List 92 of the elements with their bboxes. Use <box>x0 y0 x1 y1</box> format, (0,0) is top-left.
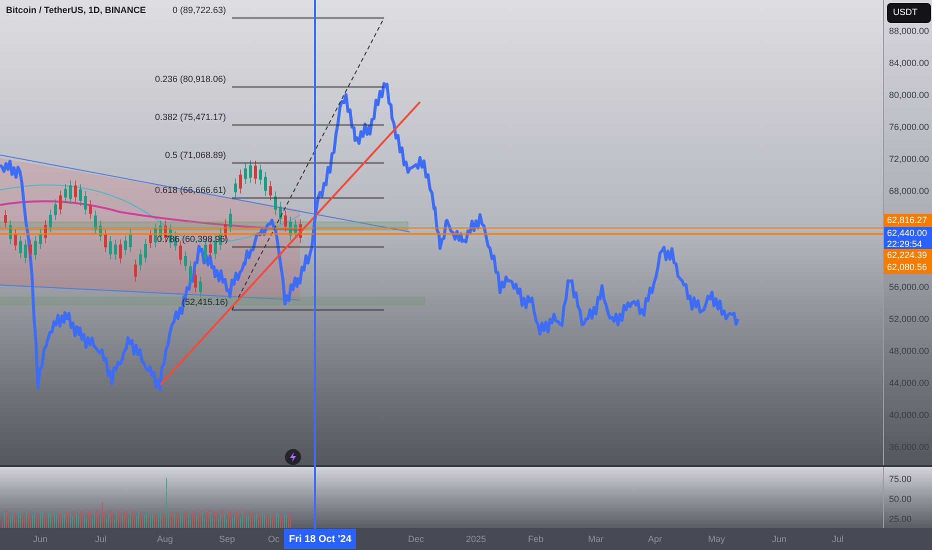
candlestick <box>289 216 292 241</box>
time-axis-label: 2025 <box>466 533 486 546</box>
time-axis-label: Mar <box>588 533 604 546</box>
volume-axis-label: 75.00 <box>889 473 912 486</box>
candlestick <box>44 220 47 244</box>
price-axis-label: 48,000.00 <box>889 345 930 358</box>
time-axis-label: Jul <box>832 533 844 546</box>
candlestick <box>154 223 157 248</box>
time-axis-label: Apr <box>648 533 662 546</box>
candlestick <box>259 164 262 186</box>
candlestick <box>69 180 72 204</box>
time-axis-label: Oc <box>268 533 280 546</box>
candlestick <box>264 171 267 196</box>
time-axis-label: Sep <box>219 533 236 546</box>
volume-pane[interactable] <box>0 467 883 528</box>
candlestick <box>249 160 252 184</box>
price-axis-label: 88,000.00 <box>889 25 930 38</box>
candlestick <box>184 250 187 272</box>
candlestick <box>114 239 117 260</box>
chart-title: Bitcoin / TetherUS, 1D, BINANCE <box>6 4 146 17</box>
candlestick <box>94 210 97 235</box>
candlestick <box>84 190 87 216</box>
price-axis-label: 84,000.00 <box>889 57 930 70</box>
time-axis-label: Dec <box>408 533 424 546</box>
candlestick <box>89 200 92 220</box>
candlestick <box>19 236 22 259</box>
lightning-icon[interactable] <box>285 449 301 465</box>
candlestick <box>124 235 127 256</box>
fibonacci-label: 0.618 (66,666.61) <box>154 185 226 195</box>
candlestick <box>279 201 282 224</box>
candlestick <box>179 240 182 266</box>
candlestick <box>104 229 107 253</box>
candlestick <box>119 239 122 264</box>
time-axis-label: Aug <box>157 533 174 546</box>
candlestick <box>189 260 192 285</box>
price-axis-label: 72,000.00 <box>889 153 930 166</box>
time-axis-label: Jun <box>33 533 48 546</box>
price-tag-value: 62,816.27 <box>887 215 928 226</box>
fibonacci-label: 0 (89,722.63) <box>172 5 226 15</box>
candlestick <box>134 259 137 282</box>
candlestick <box>4 210 7 228</box>
price-axis-label: 56,000.00 <box>889 281 930 294</box>
candlestick <box>129 228 132 252</box>
candlestick <box>54 199 57 220</box>
price-axis-label: 44,000.00 <box>889 377 930 390</box>
candlestick <box>29 239 32 260</box>
candlestick <box>24 239 27 264</box>
crosshair-date-label: Fri 18 Oct '24 <box>284 529 356 549</box>
price-axis-label: 52,000.00 <box>889 313 930 326</box>
currency-label[interactable]: USDT <box>887 3 931 23</box>
candlestick <box>239 169 242 194</box>
candlestick <box>79 184 82 206</box>
candlestick <box>109 236 112 260</box>
candlestick <box>299 218 302 244</box>
candlestick <box>49 209 52 233</box>
price-tag-value: 62,080.56 <box>887 262 928 273</box>
price-tag-value: 62,224.39 <box>887 250 928 261</box>
fibonacci-label: 0.382 (75,471.17) <box>154 112 226 122</box>
candlestick <box>99 220 102 242</box>
candlestick <box>254 160 257 184</box>
price-axis-label: 76,000.00 <box>889 121 930 134</box>
time-axis-label: May <box>708 533 726 546</box>
candlestick <box>199 276 202 298</box>
candlestick <box>9 220 12 244</box>
candlestick <box>234 178 237 198</box>
candlestick <box>149 230 152 248</box>
candlestick <box>139 248 142 271</box>
price-axis-label: 80,000.00 <box>889 89 930 102</box>
candlestick <box>59 190 62 215</box>
fibonacci-label: 0.236 (80,918.06) <box>154 74 226 84</box>
candlestick <box>74 180 77 203</box>
time-axis-label: Jul <box>95 533 107 546</box>
time-axis-label: Jun <box>772 533 787 546</box>
volume-axis-label: 50.00 <box>889 493 912 506</box>
candlestick <box>284 210 287 232</box>
candlestick <box>269 180 272 201</box>
candlestick <box>144 238 147 264</box>
countdown-timer: 22:29:54 <box>887 239 924 250</box>
fibonacci-label: 0.5 (71,068.89) <box>164 150 226 160</box>
candlestick <box>39 228 42 250</box>
candlestick <box>274 191 277 216</box>
candlestick <box>194 270 197 294</box>
price-axis-label: 68,000.00 <box>889 185 930 198</box>
candlestick <box>294 219 297 238</box>
candlestick <box>14 228 17 251</box>
time-axis-label: Feb <box>528 533 544 546</box>
candlestick <box>229 208 232 233</box>
price-tag-value: 62,440.00 <box>887 228 928 239</box>
candlestick <box>34 236 37 260</box>
candlestick <box>64 183 67 203</box>
volume-axis-label: 25.00 <box>889 513 912 526</box>
candlestick <box>244 162 247 184</box>
